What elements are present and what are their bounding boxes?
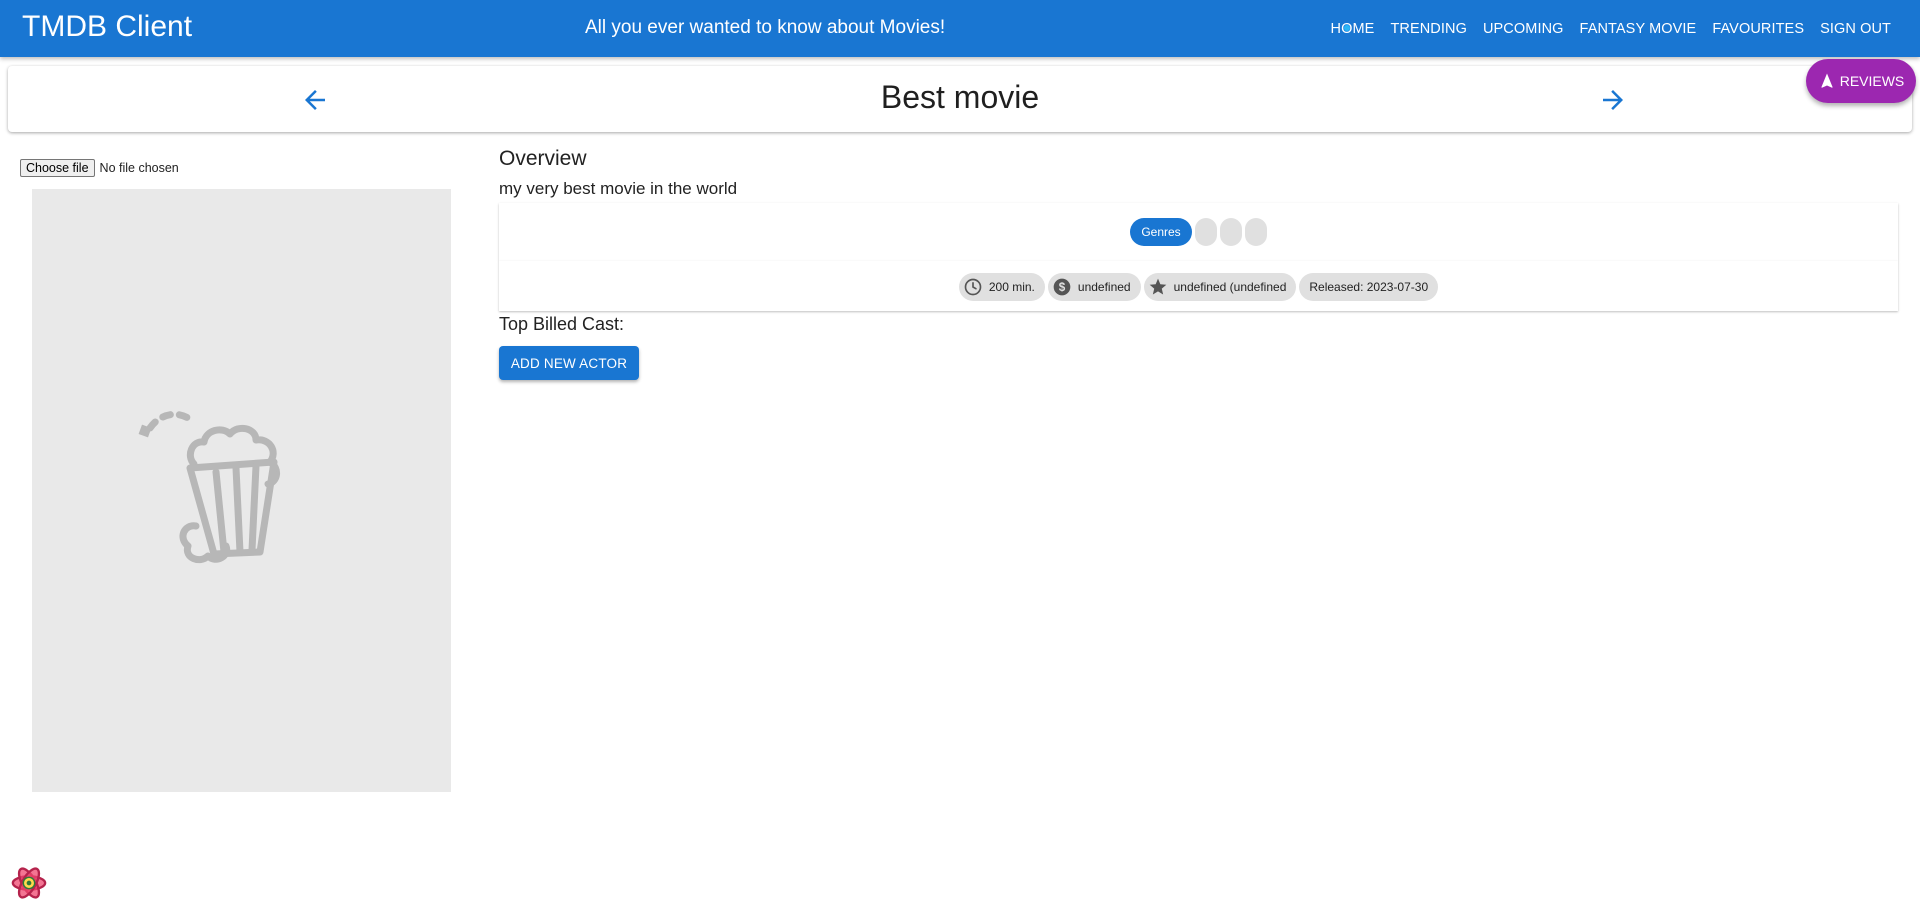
tagline: All you ever wanted to know about Movies… [585,17,946,38]
poster-file-input[interactable]: Choose file No file chosen [20,159,179,177]
nav-favourites[interactable]: FAVOURITES [1705,15,1811,43]
revenue-value: undefined [1077,280,1131,294]
main-nav: HOME TRENDING UPCOMING FANTASY MOVIE FAV… [1324,0,1898,57]
clock-icon [963,277,983,297]
add-new-actor-button[interactable]: ADD NEW ACTOR [499,346,639,380]
app-bar: TMDB Client All you ever wanted to know … [0,0,1920,57]
arrow-forward-icon[interactable] [1598,85,1628,115]
rating-chip: undefined (undefined [1143,273,1297,301]
genre-chip[interactable] [1244,218,1267,246]
nav-upcoming[interactable]: UPCOMING [1476,15,1571,43]
runtime-value: 200 min. [988,280,1035,294]
movie-header: Best movie [8,66,1912,132]
nav-fantasy-movie[interactable]: FANTASY MOVIE [1573,15,1704,43]
genres-paper: Genres [499,203,1898,261]
rating-value: undefined (undefined [1173,280,1287,294]
file-status: No file chosen [99,161,179,175]
released-chip: Released: 2023-07-30 [1299,273,1439,301]
react-query-logo[interactable] [10,864,48,902]
reviews-button[interactable]: REVIEWS [1806,59,1916,103]
popcorn-icon [138,410,280,564]
overview-heading: Overview [499,147,587,170]
revenue-chip: $ undefined [1047,273,1141,301]
star-icon [1148,277,1168,297]
genre-chip[interactable] [1194,218,1217,246]
cast-heading: Top Billed Cast: [499,314,625,334]
app-title: TMDB Client [22,10,193,43]
dollar-icon: $ [1052,277,1072,297]
nav-home[interactable]: HOME [1324,15,1382,43]
reviews-label: REVIEWS [1839,73,1905,89]
nav-trending[interactable]: TRENDING [1383,15,1474,43]
runtime-chip: 200 min. [958,273,1045,301]
svg-text:$: $ [1059,281,1066,294]
genres-chip: Genres [1130,218,1192,246]
overview-text: my very best movie in the world [499,179,738,198]
navigation-icon [1821,73,1833,88]
genre-chip[interactable] [1219,218,1242,246]
choose-file-button[interactable]: Choose file [20,159,95,177]
poster-placeholder [32,189,451,792]
details-paper: 200 min. $ undefined undefined (undefine… [499,261,1898,311]
nav-sign-out[interactable]: SIGN OUT [1813,15,1898,43]
